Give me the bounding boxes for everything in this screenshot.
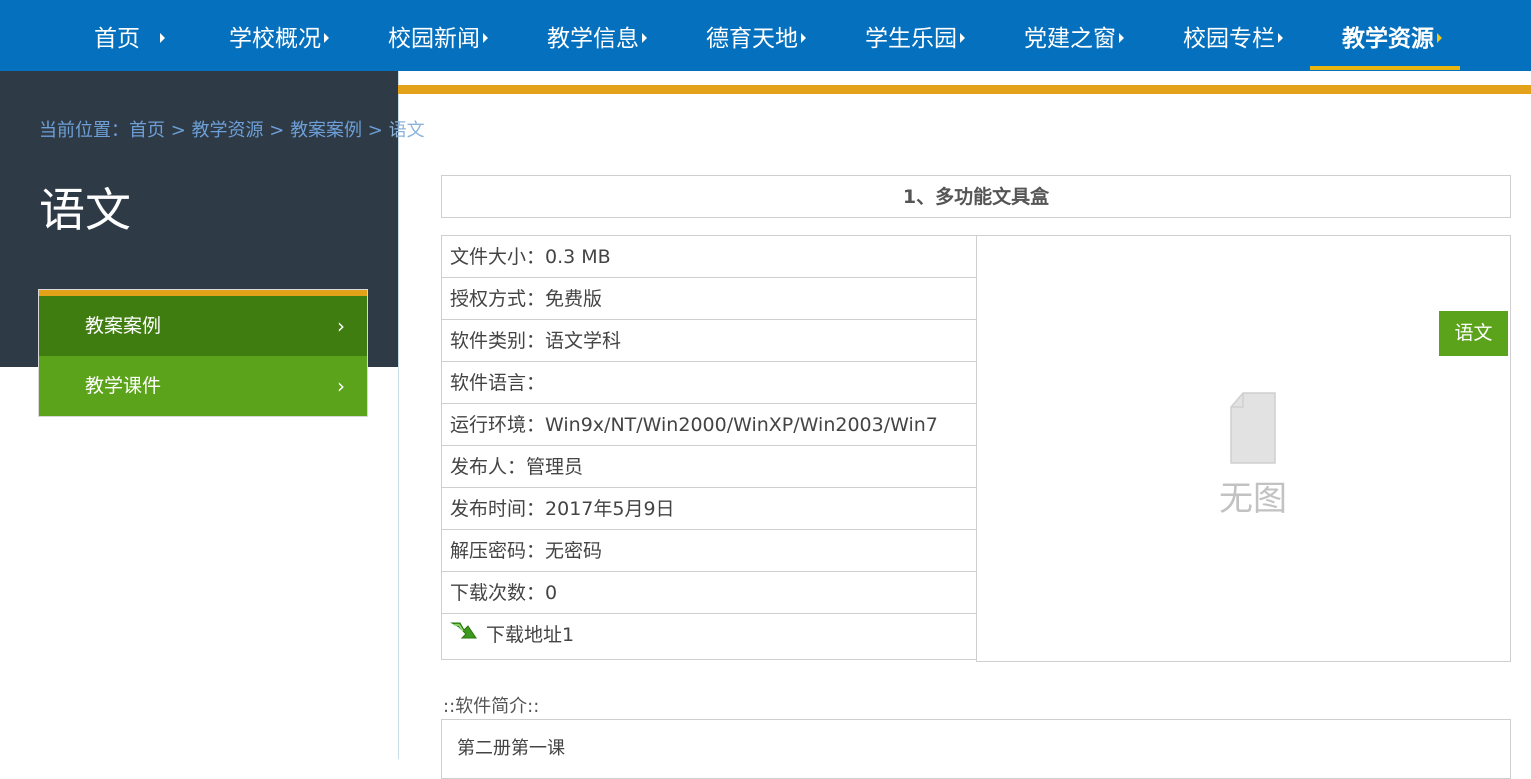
download-link[interactable]: 下载地址1: [486, 624, 574, 646]
no-image-text: 无图: [1219, 479, 1287, 519]
intro-label: ::软件简介::: [443, 696, 540, 717]
nav-item-school-overview[interactable]: 学校概况: [229, 0, 329, 71]
info-row-environment: 运行环境：Win9x/NT/Win2000/WinXP/Win2003/Win7: [442, 404, 976, 446]
chevron-right-icon: ›: [337, 374, 345, 398]
breadcrumb-teaching-resources[interactable]: 教学资源: [192, 120, 264, 141]
intro-content: 第二册第一课: [441, 719, 1511, 779]
resource-title: 1、多功能文具盒: [441, 175, 1511, 218]
document-placeholder-icon: [1230, 392, 1276, 464]
breadcrumb-current: 语文: [388, 120, 425, 141]
nav-item-teaching-info[interactable]: 教学信息: [547, 0, 647, 71]
caret-right-icon: [960, 33, 965, 43]
breadcrumb-lesson-cases[interactable]: 教案案例: [290, 120, 362, 141]
caret-right-icon: [160, 33, 165, 43]
info-row-file-size: 文件大小：0.3 MB: [442, 236, 976, 278]
info-row-publisher: 发布人：管理员: [442, 446, 976, 488]
caret-right-icon: [801, 33, 806, 43]
breadcrumb: 当前位置：首页 > 教学资源 > 教案案例 > 语文: [39, 116, 425, 142]
caret-right-icon: [1278, 33, 1283, 43]
page-title: 语文: [39, 183, 131, 237]
subject-tag-button[interactable]: 语文: [1439, 311, 1508, 356]
breadcrumb-separator: >: [165, 120, 192, 141]
intro-text: 第二册第一课: [457, 738, 565, 759]
no-image-placeholder: 无图: [1213, 391, 1293, 520]
nav-item-party-window[interactable]: 党建之窗: [1024, 0, 1124, 71]
caret-right-icon: [1119, 33, 1124, 43]
breadcrumb-prefix: 当前位置：: [39, 120, 129, 141]
nav-item-student-park[interactable]: 学生乐园: [865, 0, 965, 71]
nav-item-home[interactable]: 首页: [94, 0, 165, 71]
caret-right-icon: [483, 33, 488, 43]
info-row-category: 软件类别：语文学科: [442, 320, 976, 362]
side-menu-item-label: 教学课件: [85, 375, 162, 397]
info-row-publish-date: 发布时间：2017年5月9日: [442, 488, 976, 530]
content-accent-bar: [398, 85, 1531, 94]
info-row-download: 下载地址1: [442, 614, 976, 659]
nav-item-campus-news[interactable]: 校园新闻: [388, 0, 488, 71]
side-menu-item-label: 教案案例: [85, 315, 162, 337]
info-row-download-count: 下载次数：0: [442, 572, 976, 614]
resource-info-table: 文件大小：0.3 MB 授权方式：免费版 软件类别：语文学科 软件语言： 运行环…: [441, 235, 977, 660]
caret-right-icon: [642, 33, 647, 43]
breadcrumb-separator: >: [362, 120, 389, 141]
info-row-language: 软件语言：: [442, 362, 976, 404]
main-navigation: 首页 学校概况 校园新闻 教学信息 德育天地 学生乐园 党建之窗 校园专栏 教学…: [0, 0, 1531, 71]
breadcrumb-home[interactable]: 首页: [129, 120, 165, 141]
side-menu-item-lesson-cases[interactable]: 教案案例 ›: [39, 296, 367, 356]
side-menu: 教案案例 › 教学课件 ›: [39, 290, 367, 416]
nav-active-underline: [1310, 66, 1460, 70]
nav-item-moral-education[interactable]: 德育天地: [706, 0, 806, 71]
download-arrow-icon: [450, 615, 478, 657]
breadcrumb-separator: >: [263, 120, 291, 141]
side-menu-item-courseware[interactable]: 教学课件 ›: [39, 356, 367, 416]
info-row-license: 授权方式：免费版: [442, 278, 976, 320]
info-row-password: 解压密码：无密码: [442, 530, 976, 572]
caret-right-icon: [1437, 33, 1442, 43]
caret-right-icon: [324, 33, 329, 43]
nav-item-teaching-resources[interactable]: 教学资源: [1342, 0, 1442, 71]
chevron-right-icon: ›: [337, 314, 345, 338]
resource-image: 无图: [976, 235, 1511, 662]
nav-item-campus-column[interactable]: 校园专栏: [1183, 0, 1283, 71]
